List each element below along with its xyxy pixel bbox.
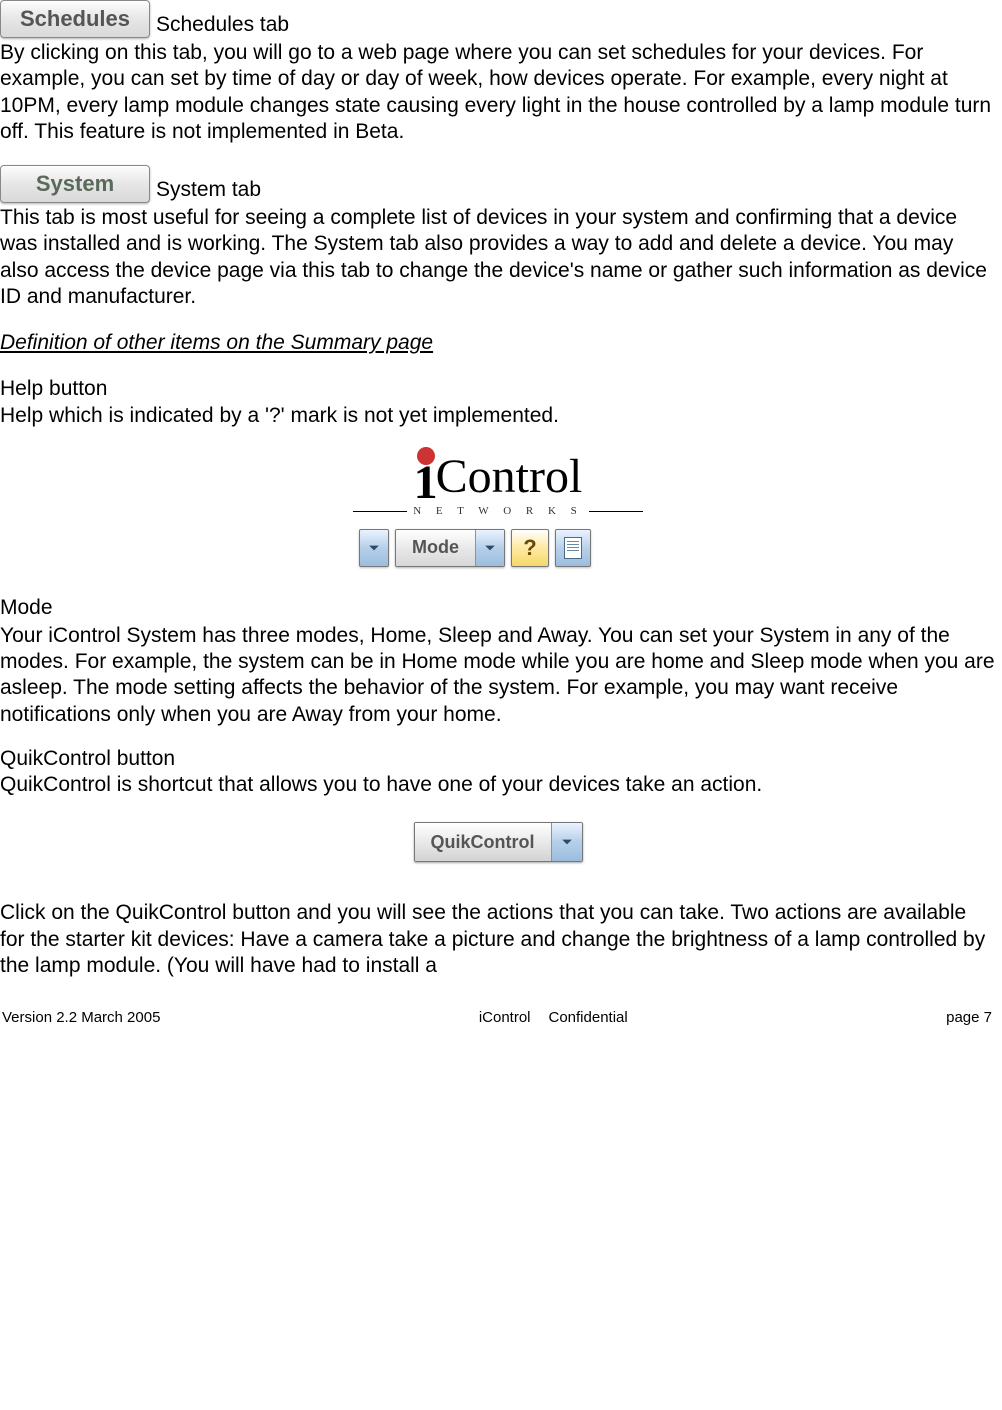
logo-brand-text: Control (436, 453, 583, 501)
logo-line-right (589, 511, 643, 512)
mode-dropdown-button[interactable]: Mode (395, 529, 505, 567)
footer-confidential: Confidential (549, 1009, 628, 1026)
schedules-tab-button[interactable]: Schedules (0, 0, 150, 38)
help-button[interactable]: ? (511, 529, 549, 567)
quikcontrol-intro: QuikControl is shortcut that allows you … (0, 772, 996, 798)
mode-text: Your iControl System has three modes, Ho… (0, 623, 996, 728)
quikcontrol-heading: QuikControl button (0, 746, 996, 772)
quikcontrol-text: Click on the QuikControl button and you … (0, 900, 996, 979)
page-footer: Version 2.2 March 2005 iControl Confident… (0, 1009, 996, 1038)
system-tab-button[interactable]: System (0, 165, 150, 203)
chevron-down-icon (368, 542, 380, 554)
mode-heading: Mode (0, 595, 996, 621)
document-button[interactable] (555, 529, 591, 567)
icontrol-logo-block: 1 Control N E T W O R K S Mode ? (353, 447, 643, 567)
schedules-description: By clicking on this tab, you will go to … (0, 40, 996, 145)
mode-left-arrow-button[interactable] (359, 529, 389, 567)
chevron-down-icon (484, 542, 496, 554)
quikcontrol-dropdown-button[interactable]: QuikControl (414, 822, 583, 862)
logo-letter-i: 1 (414, 459, 438, 507)
chevron-down-icon (561, 836, 573, 848)
quikcontrol-arrow (551, 823, 582, 861)
help-heading: Help button (0, 376, 996, 402)
document-icon (564, 537, 582, 559)
logo-networks-text: N E T W O R K S (411, 505, 585, 519)
quikcontrol-button-label: QuikControl (415, 823, 551, 861)
mode-dropdown-label: Mode (396, 530, 475, 566)
definition-heading: Definition of other items on the Summary… (0, 330, 996, 356)
footer-page: page 7 (946, 1009, 992, 1028)
logo-line-left (353, 511, 407, 512)
help-text: Help which is indicated by a '?' mark is… (0, 403, 996, 429)
footer-brand: iControl (479, 1009, 531, 1026)
schedules-tab-label: Schedules tab (156, 12, 289, 38)
mode-dropdown-arrow (475, 530, 504, 566)
system-tab-label: System tab (156, 177, 261, 203)
footer-version: Version 2.2 March 2005 (2, 1009, 160, 1028)
system-description: This tab is most useful for seeing a com… (0, 205, 996, 310)
